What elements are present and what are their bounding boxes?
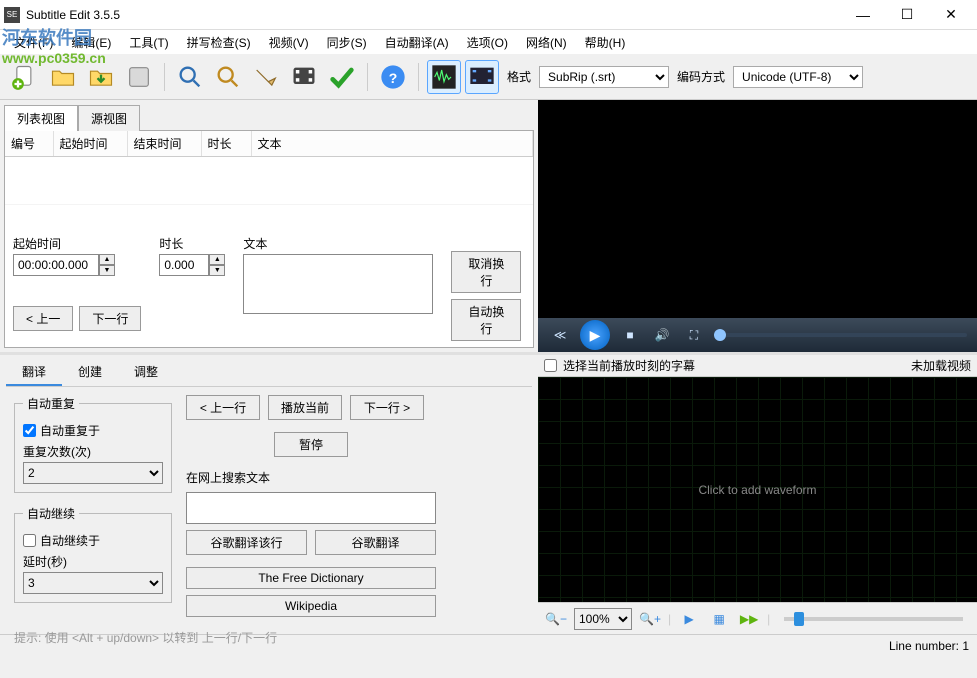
format-select[interactable]: SubRip (.srt) — [539, 66, 669, 88]
toolbar: ? 格式 SubRip (.srt) 编码方式 Unicode (UTF-8) — [0, 54, 977, 100]
text-label: 文本 — [243, 235, 433, 252]
autobreak-button[interactable]: 自动换行 — [451, 299, 521, 341]
menu-video[interactable]: 视频(V) — [261, 32, 317, 53]
fullscreen-button[interactable]: ⛶ — [682, 323, 706, 347]
spellcheck-button[interactable] — [325, 60, 359, 94]
menu-network[interactable]: 网络(N) — [518, 32, 575, 53]
free-dictionary-button[interactable]: The Free Dictionary — [186, 567, 436, 589]
new-file-button[interactable] — [8, 60, 42, 94]
start-time-label: 起始时间 — [13, 235, 141, 252]
wikipedia-button[interactable]: Wikipedia — [186, 595, 436, 617]
autocontinue-checkbox[interactable] — [23, 534, 36, 547]
menu-spellcheck[interactable]: 拼写检查(S) — [179, 32, 259, 53]
zoom-out-button[interactable]: 🔍− — [544, 607, 568, 631]
subtitle-grid[interactable]: 编号 起始时间 结束时间 时长 文本 — [5, 131, 533, 229]
video-toggle-button[interactable] — [465, 60, 499, 94]
start-time-input[interactable] — [13, 254, 99, 276]
panel-prev-button[interactable]: < 上一行 — [186, 395, 260, 420]
wave-position-slider[interactable] — [784, 617, 963, 621]
panel-next-button[interactable]: 下一行 > — [350, 395, 424, 420]
visual-sync-button[interactable] — [287, 60, 321, 94]
waveform-toggle-button[interactable] — [427, 60, 461, 94]
find-button[interactable] — [173, 60, 207, 94]
encoding-label: 编码方式 — [677, 68, 725, 85]
zoom-select[interactable]: 100% — [574, 608, 632, 630]
format-label: 格式 — [507, 68, 531, 85]
search-label: 在网上搜索文本 — [186, 469, 436, 486]
maximize-button[interactable]: ☐ — [885, 1, 929, 29]
pause-button[interactable]: 暂停 — [274, 432, 348, 457]
wave-play-button[interactable]: ▶ — [677, 607, 701, 631]
video-panel: ≪ ▶ ■ 🔊 ⛶ — [538, 100, 977, 352]
col-duration[interactable]: 时长 — [201, 131, 251, 157]
stop-button[interactable]: ■ — [618, 323, 642, 347]
tab-adjust[interactable]: 调整 — [118, 359, 174, 386]
tip-text: 提示: 使用 <Alt + up/down> 以转到 上一行/下一行 — [6, 625, 532, 650]
select-at-playtime-checkbox[interactable] — [544, 359, 557, 372]
waveform-area[interactable]: Click to add waveform — [538, 377, 977, 602]
col-number[interactable]: 编号 — [5, 131, 53, 157]
replace-button[interactable] — [211, 60, 245, 94]
menu-edit[interactable]: 编辑(E) — [63, 32, 119, 53]
menu-sync[interactable]: 同步(S) — [319, 32, 375, 53]
tab-translate[interactable]: 翻译 — [6, 359, 62, 386]
wave-grid-button[interactable]: ▦ — [707, 607, 731, 631]
repeat-times-select[interactable]: 2 — [23, 462, 163, 484]
unbreak-button[interactable]: 取消换行 — [451, 251, 521, 293]
duration-input[interactable] — [159, 254, 209, 276]
col-end[interactable]: 结束时间 — [127, 131, 201, 157]
rewind-button[interactable]: ≪ — [548, 323, 572, 347]
video-controls: ≪ ▶ ■ 🔊 ⛶ — [538, 318, 977, 352]
autocontinue-group: 自动继续 自动继续于 延时(秒) 3 — [14, 505, 172, 603]
menu-tools[interactable]: 工具(T) — [121, 32, 176, 53]
menu-autotranslate[interactable]: 自动翻译(A) — [377, 32, 457, 53]
fix-errors-button[interactable] — [249, 60, 283, 94]
dur-down-button[interactable]: ▼ — [209, 265, 225, 276]
close-button[interactable]: ✕ — [929, 1, 973, 29]
volume-button[interactable]: 🔊 — [650, 323, 674, 347]
autorepeat-checkbox[interactable] — [23, 424, 36, 437]
line-number-status: Line number: 1 — [889, 639, 969, 653]
window-title: Subtitle Edit 3.5.5 — [26, 8, 841, 22]
tab-list-view[interactable]: 列表视图 — [4, 105, 78, 131]
encoding-select[interactable]: Unicode (UTF-8) — [733, 66, 863, 88]
search-input[interactable] — [186, 492, 436, 524]
start-down-button[interactable]: ▼ — [99, 265, 115, 276]
tab-source-view[interactable]: 源视图 — [78, 105, 140, 131]
autorepeat-group: 自动重复 自动重复于 重复次数(次) 2 — [14, 395, 172, 493]
next-line-button[interactable]: 下一行 — [79, 306, 141, 331]
video-status-text: 未加载视频 — [911, 357, 971, 374]
play-current-button[interactable]: 播放当前 — [268, 395, 342, 420]
save-as-button[interactable] — [122, 60, 156, 94]
help-button[interactable]: ? — [376, 60, 410, 94]
wave-forward-button[interactable]: ▶▶ — [737, 607, 761, 631]
start-up-button[interactable]: ▲ — [99, 254, 115, 265]
duration-label: 时长 — [159, 235, 225, 252]
app-icon: SE — [4, 7, 20, 23]
svg-text:?: ? — [389, 69, 398, 85]
col-start[interactable]: 起始时间 — [53, 131, 127, 157]
menu-file[interactable]: 文件(F) — [6, 32, 61, 53]
minimize-button[interactable]: — — [841, 1, 885, 29]
delay-select[interactable]: 3 — [23, 572, 163, 594]
menu-options[interactable]: 选项(O) — [459, 32, 516, 53]
menu-help[interactable]: 帮助(H) — [577, 32, 634, 53]
google-translate-button[interactable]: 谷歌翻译 — [315, 530, 436, 555]
menubar: 文件(F) 编辑(E) 工具(T) 拼写检查(S) 视频(V) 同步(S) 自动… — [0, 30, 977, 54]
play-button[interactable]: ▶ — [580, 320, 610, 350]
save-file-button[interactable] — [84, 60, 118, 94]
tab-create[interactable]: 创建 — [62, 359, 118, 386]
dur-up-button[interactable]: ▲ — [209, 254, 225, 265]
open-file-button[interactable] — [46, 60, 80, 94]
col-text[interactable]: 文本 — [251, 131, 533, 157]
prev-line-button[interactable]: < 上一 — [13, 306, 73, 331]
text-input[interactable] — [243, 254, 433, 314]
google-translate-line-button[interactable]: 谷歌翻译该行 — [186, 530, 307, 555]
zoom-in-button[interactable]: 🔍+ — [638, 607, 662, 631]
video-seek-slider[interactable] — [714, 333, 967, 337]
